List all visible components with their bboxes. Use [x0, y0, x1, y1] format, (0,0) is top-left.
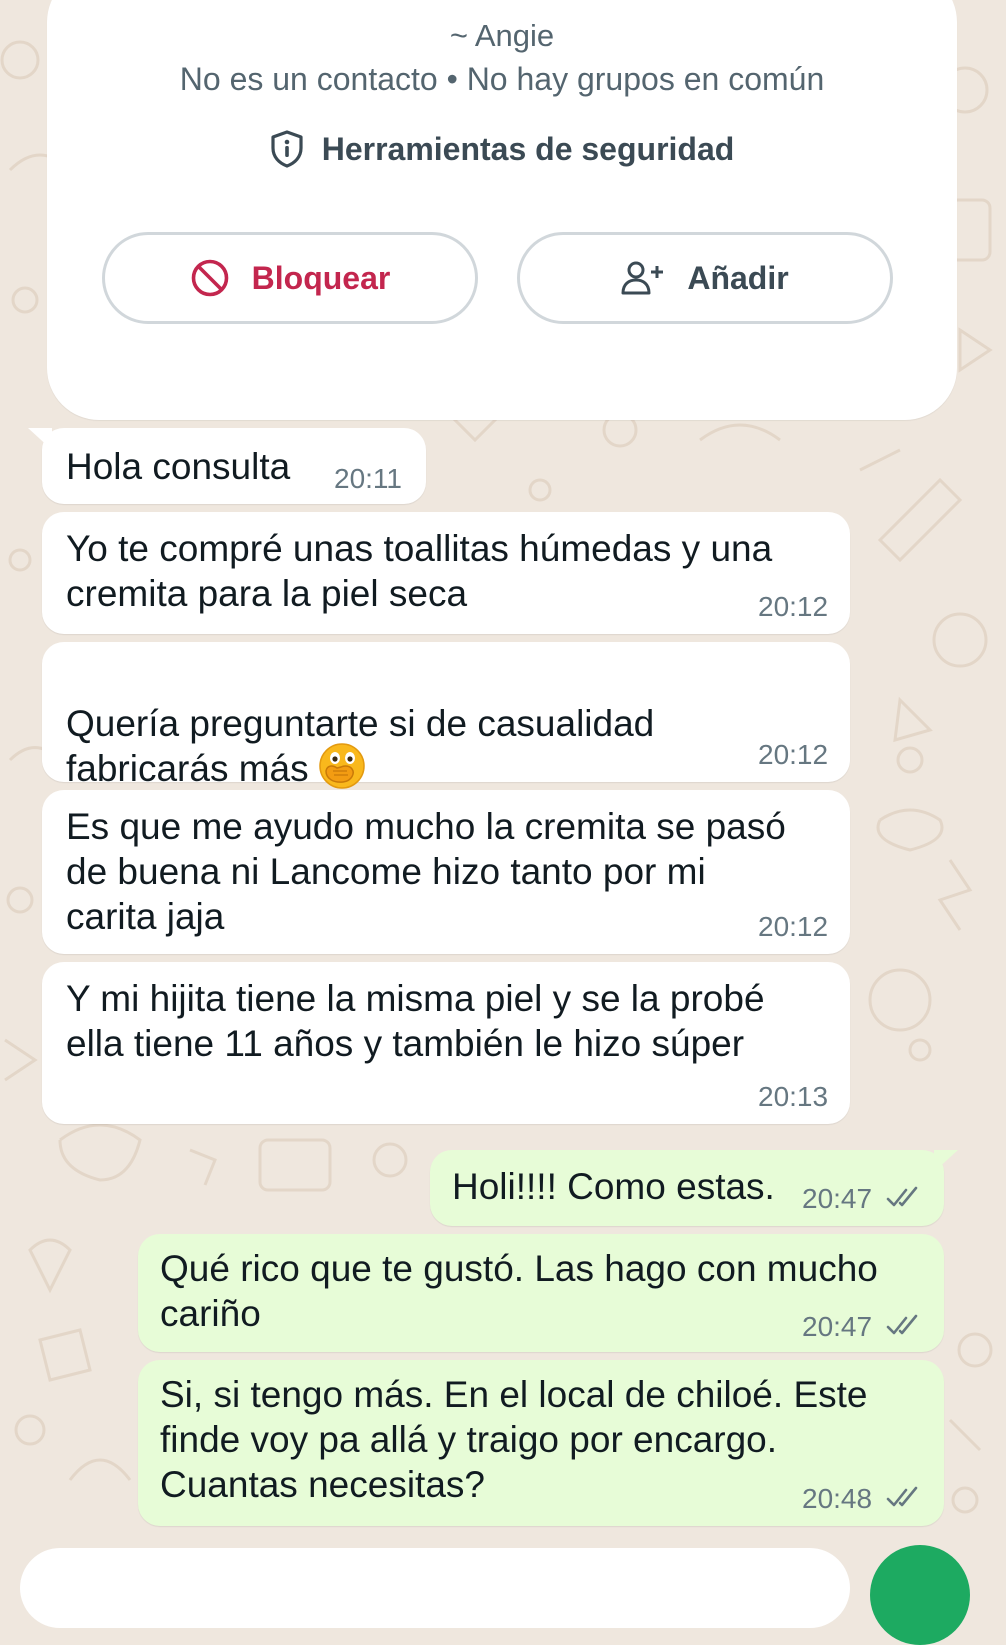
outgoing-message[interactable]: Si, si tengo más. En el local de chiloé.…	[138, 1360, 944, 1526]
send-button[interactable]	[870, 1545, 970, 1645]
block-button-label: Bloquear	[251, 259, 391, 296]
contact-name: ~ Angie	[449, 18, 555, 53]
incoming-message[interactable]: Quería preguntarte si de casualidad fabr…	[42, 642, 850, 789]
security-tools-label: Herramientas de seguridad	[321, 130, 735, 167]
message-time: 20:11	[334, 463, 402, 494]
face-with-hand-over-mouth-emoji	[318, 743, 365, 789]
block-icon	[191, 259, 228, 297]
message-text-wrapper: Quería preguntarte si de casualidad fabr…	[66, 656, 654, 791]
message-text: Es que me ayudo mucho la cremita se pasó…	[66, 806, 786, 937]
incoming-message[interactable]: Y mi hijita tiene la misma piel y se la …	[42, 962, 850, 1124]
contact-info-card: ~ Angie No es un contacto • No hay grupo…	[47, 0, 957, 420]
message-text: Y mi hijita tiene la misma piel y se la …	[66, 978, 765, 1064]
bubble-tail	[28, 428, 52, 450]
message-text: Si, si tengo más. En el local de chiloé.…	[160, 1374, 868, 1505]
message-time: 20:12	[758, 591, 829, 622]
message-time: 20:12	[758, 739, 829, 770]
message-time: 20:13	[758, 1081, 829, 1112]
security-tools-link[interactable]: Herramientas de seguridad	[47, 130, 957, 168]
add-person-icon	[621, 261, 664, 295]
contact-status-text: No es un contacto • No hay grupos en com…	[179, 61, 825, 97]
message-time: 20:47	[802, 1311, 873, 1342]
message-text: Holi!!!! Como estas.	[452, 1166, 775, 1207]
incoming-message[interactable]: Yo te compré unas toallitas húmedas y un…	[42, 512, 850, 634]
message-text: Yo te compré unas toallitas húmedas y un…	[66, 528, 773, 614]
incoming-message[interactable]: Es que me ayudo mucho la cremita se pasó…	[42, 790, 850, 954]
shield-info-icon	[271, 130, 303, 168]
outgoing-message[interactable]: Qué rico que te gustó. Las hago con much…	[138, 1234, 944, 1352]
read-receipt-icon	[886, 1186, 918, 1207]
read-receipt-icon	[886, 1314, 918, 1335]
incoming-message[interactable]: Hola consulta 20:11	[28, 428, 426, 504]
outgoing-message[interactable]: Holi!!!! Como estas. 20:47	[430, 1150, 958, 1226]
message-time: 20:48	[802, 1483, 873, 1514]
add-contact-button[interactable]: Añadir	[517, 232, 893, 324]
block-button[interactable]: Bloquear	[102, 232, 478, 324]
message-text: Qué rico que te gustó. Las hago con much…	[160, 1248, 878, 1334]
read-receipt-icon	[886, 1486, 918, 1507]
bubble-tail	[934, 1150, 958, 1172]
add-button-label: Añadir	[687, 259, 789, 296]
message-time: 20:47	[802, 1183, 873, 1214]
message-time: 20:12	[758, 911, 829, 942]
message-text: Hola consulta	[66, 446, 291, 487]
message-input[interactable]	[20, 1548, 850, 1628]
